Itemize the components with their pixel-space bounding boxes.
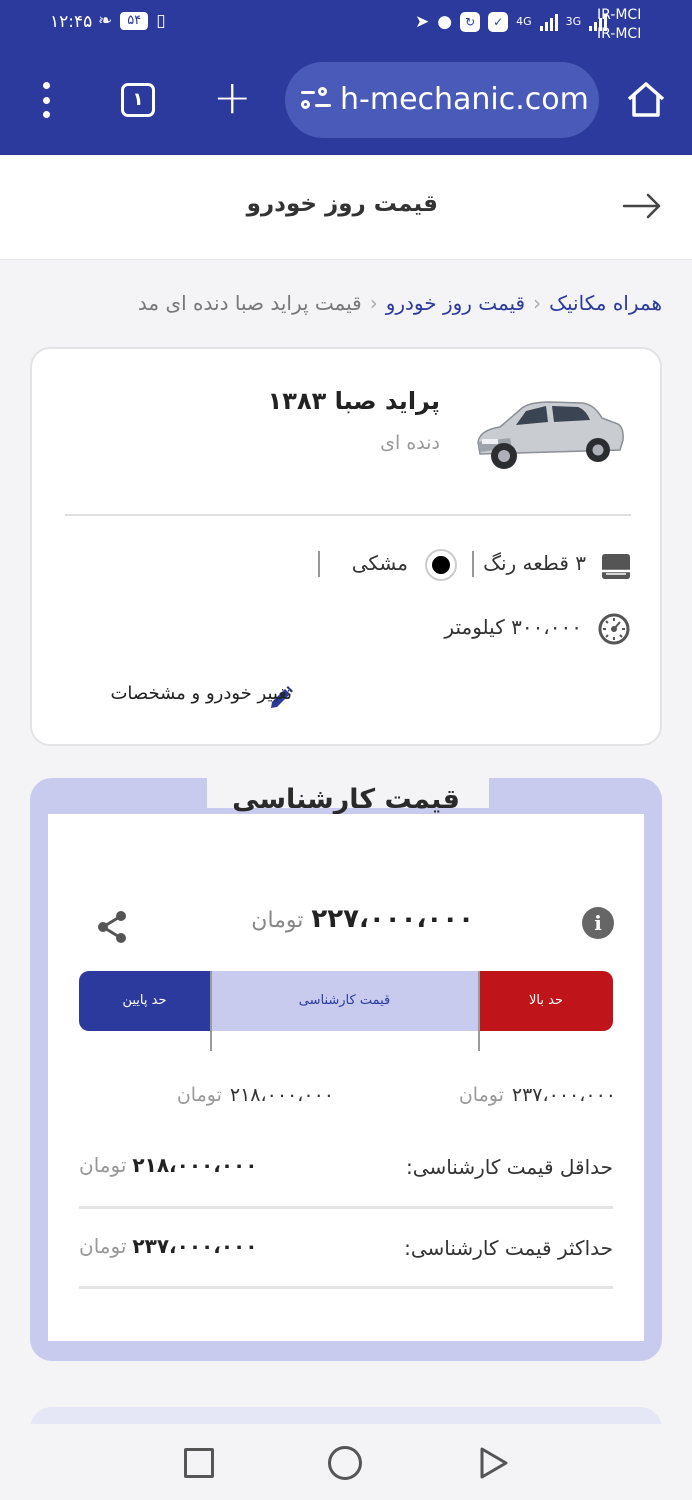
divider — [79, 1286, 613, 1289]
max-price-unit: تومان — [79, 1234, 127, 1258]
bar-tick-high — [478, 971, 480, 1051]
bar-tick-low — [210, 971, 212, 1051]
info-icon[interactable]: i — [582, 907, 614, 939]
battery-icon: ۵۴ — [120, 12, 149, 30]
price-title: قیمت کارشناسی — [232, 784, 460, 815]
signal-icon-1 — [539, 13, 558, 31]
bar-low-segment: حد پایین — [79, 971, 210, 1031]
max-price-row: حداکثر قیمت کارشناسی: ۲۳۷،۰۰۰،۰۰۰تومان — [79, 1224, 613, 1274]
sync-app-icon: ↻ — [460, 12, 481, 32]
system-nav-bar — [0, 1424, 692, 1500]
range-low-number: ۲۱۸،۰۰۰،۰۰۰ — [229, 1084, 334, 1106]
car-title: پراید صبا ۱۳۸۳ — [267, 387, 440, 415]
max-price-label: حداکثر قیمت کارشناسی: — [404, 1236, 613, 1260]
min-price-label: حداقل قیمت کارشناسی: — [406, 1155, 613, 1179]
divider — [65, 514, 631, 516]
chevron-icon: ‹ — [533, 291, 542, 315]
edit-car-link[interactable]: تغییر خودرو و مشخصات — [110, 683, 292, 704]
more-vert-icon[interactable] — [36, 82, 56, 118]
min-price-unit: تومان — [79, 1153, 127, 1177]
recent-apps-icon[interactable] — [184, 1448, 214, 1478]
browser-toolbar: ۱ + h-mechanic.com — [0, 60, 692, 140]
leaf-icon: ❧ — [98, 11, 113, 31]
car-color: مشکی — [351, 551, 408, 575]
address-bar[interactable]: h-mechanic.com — [285, 62, 599, 138]
tab-switcher-button[interactable]: ۱ — [121, 83, 155, 117]
site-settings-icon[interactable] — [301, 87, 331, 113]
bar-high-segment: حد بالا — [479, 971, 613, 1031]
network-type-2: 3G — [565, 15, 582, 28]
clock: ۱۲:۴۵ — [50, 12, 93, 32]
spec-row-paint-color: ۳ قطعه رنگ مشکی — [282, 545, 632, 589]
url-text[interactable]: h-mechanic.com — [340, 80, 590, 120]
plus-icon[interactable]: + — [213, 72, 252, 122]
status-icons-left: ❧ ۵۴ ▯ — [98, 11, 166, 31]
separator — [472, 551, 474, 577]
max-price-value: ۲۳۷،۰۰۰،۰۰۰تومان — [79, 1234, 257, 1258]
range-high-number: ۲۳۷،۰۰۰،۰۰۰ — [511, 1084, 616, 1106]
browser-top-bar: ۱۲:۴۵ ❧ ۵۴ ▯ ➤ ● ↻ ✓ 4G 3G IR-MCI IR-MCI… — [0, 0, 692, 155]
max-price-number: ۲۳۷،۰۰۰،۰۰۰ — [132, 1234, 258, 1258]
range-low-value: ۲۱۸،۰۰۰،۰۰۰ تومان — [177, 1084, 334, 1106]
back-triangle-icon[interactable] — [478, 1446, 510, 1480]
chat-icon: ● — [437, 12, 453, 32]
range-high-value: ۲۳۷،۰۰۰،۰۰۰ تومان — [459, 1084, 616, 1106]
price-value: ۲۲۷،۰۰۰،۰۰۰ تومان — [251, 904, 474, 934]
breadcrumb: همراه مکانیک ‹ قیمت روز خودرو ‹ قیمت پراید ص… — [28, 285, 662, 321]
status-bar: ۱۲:۴۵ ❧ ۵۴ ▯ ➤ ● ↻ ✓ 4G 3G IR-MCI IR-MCI — [0, 6, 692, 44]
divider — [79, 1206, 613, 1209]
separator — [318, 551, 320, 577]
price-panel: ۲۲۷،۰۰۰،۰۰۰ تومان i حد پایین قیمت کارشناس… — [48, 814, 644, 1341]
share-icon[interactable] — [96, 910, 128, 944]
speedometer-icon — [598, 613, 630, 645]
home-icon[interactable] — [624, 78, 668, 122]
carrier-1: IR-MCI — [597, 7, 642, 23]
carrier-names: IR-MCI IR-MCI — [597, 6, 641, 44]
car-image — [477, 401, 624, 469]
bar-mid-segment: قیمت کارشناسی — [210, 971, 479, 1031]
breadcrumb-home[interactable]: همراه مکانیک — [549, 291, 662, 315]
price-range-bar: حد پایین قیمت کارشناسی حد بالا — [79, 971, 613, 1031]
car-info-card: پراید صبا ۱۳۸۳ دنده ای ۳ قطعه رنگ مشکی ۳… — [30, 347, 662, 746]
paint-condition: ۳ قطعه رنگ — [483, 551, 586, 575]
network-type-1: 4G — [516, 15, 532, 28]
vibrate-icon: ▯ — [156, 11, 166, 31]
paint-book-icon — [602, 554, 630, 579]
chevron-icon: ‹ — [369, 291, 378, 315]
shield-icon: ✓ — [488, 12, 509, 32]
status-icons-right: ➤ ● ↻ ✓ 4G 3G — [415, 12, 608, 32]
car-transmission: دنده ای — [380, 432, 440, 454]
range-low-unit: تومان — [176, 1084, 222, 1106]
mileage: ۳۰۰،۰۰۰ کیلومتر — [444, 615, 582, 639]
breadcrumb-daily-price[interactable]: قیمت روز خودرو — [386, 291, 525, 315]
range-high-unit: تومان — [458, 1084, 504, 1106]
min-price-value: ۲۱۸،۰۰۰،۰۰۰تومان — [79, 1153, 257, 1177]
home-circle-icon[interactable] — [328, 1446, 362, 1480]
back-arrow-icon[interactable] — [622, 191, 662, 221]
price-number: ۲۲۷،۰۰۰،۰۰۰ — [311, 904, 474, 934]
expert-price-card: قیمت کارشناسی ۲۲۷،۰۰۰،۰۰۰ تومان i حد پایی… — [30, 778, 662, 1361]
page-header: قیمت روز خودرو — [0, 155, 692, 260]
color-swatch — [425, 549, 457, 581]
min-price-number: ۲۱۸،۰۰۰،۰۰۰ — [132, 1153, 258, 1177]
min-price-row: حداقل قیمت کارشناسی: ۲۱۸،۰۰۰،۰۰۰تومان — [79, 1143, 613, 1193]
breadcrumb-current: قیمت پراید صبا دنده ای مد — [137, 291, 362, 315]
telegram-icon: ➤ — [415, 12, 430, 32]
page-title: قیمت روز خودرو — [246, 191, 438, 217]
price-unit: تومان — [251, 908, 304, 933]
carrier-2: IR-MCI — [597, 26, 642, 42]
